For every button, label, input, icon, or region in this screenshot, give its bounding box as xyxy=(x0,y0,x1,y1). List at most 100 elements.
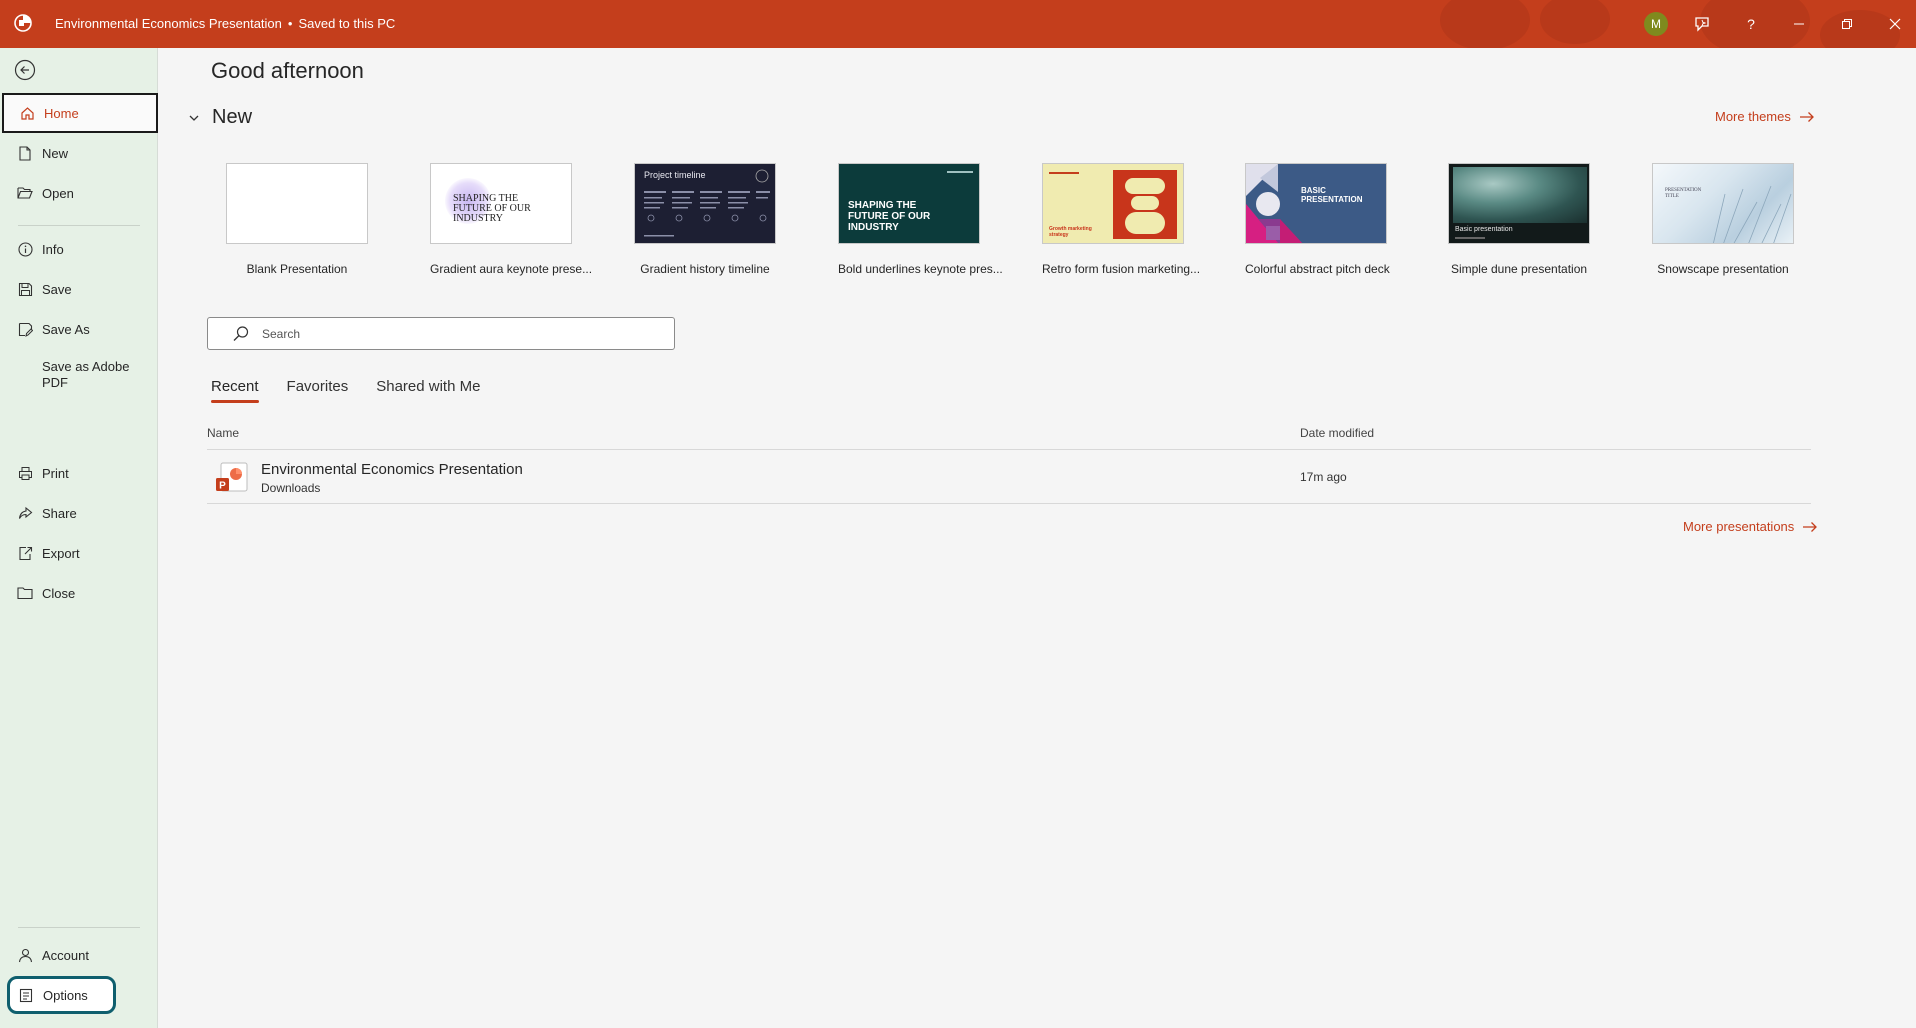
file-date-modified: 17m ago xyxy=(1300,470,1347,484)
printer-icon xyxy=(17,465,33,481)
window-title: Environmental Economics Presentation • Sav… xyxy=(55,16,395,31)
back-button[interactable] xyxy=(12,57,38,83)
share-icon xyxy=(17,505,33,521)
template-bold-underlines-keynote[interactable]: SHAPING THE FUTURE OF OUR INDUSTRY Bold … xyxy=(838,163,1003,276)
sidebar-item-label: Open xyxy=(42,185,74,201)
more-themes-link[interactable]: More themes xyxy=(1715,109,1815,124)
document-title: Environmental Economics Presentation xyxy=(55,16,282,31)
close-window-button[interactable] xyxy=(1881,10,1909,38)
template-snowscape[interactable]: PRESENTATION TITLE Snowscape presentatio… xyxy=(1652,163,1794,276)
feedback-icon xyxy=(1695,17,1709,32)
info-icon xyxy=(17,241,33,257)
template-name: Snowscape presentation xyxy=(1657,262,1789,276)
thumbnail-caption-line xyxy=(1049,172,1079,174)
sidebar-item-label: Info xyxy=(42,241,64,257)
template-thumbnail: Growth marketing strategy xyxy=(1042,163,1184,244)
tab-shared-with-me[interactable]: Shared with Me xyxy=(376,378,480,402)
minimize-button[interactable] xyxy=(1785,10,1813,38)
sidebar-item-label: Account xyxy=(42,947,89,963)
template-thumbnail: Project timeline xyxy=(634,163,776,244)
search-box[interactable] xyxy=(207,317,675,350)
chevron-down-icon xyxy=(189,115,199,121)
close-folder-icon xyxy=(17,585,33,601)
sidebar-item-save-as-adobe-pdf[interactable]: Save as Adobe PDF xyxy=(0,359,158,399)
minimize-icon xyxy=(1794,23,1804,25)
thumbnail-title: PRESENTATION TITLE xyxy=(1665,188,1702,199)
sidebar-item-label: Home xyxy=(44,105,79,121)
options-icon xyxy=(18,987,34,1003)
sidebar-divider xyxy=(18,927,140,928)
thumbnail-shape xyxy=(1125,212,1165,234)
arrow-right-icon xyxy=(1799,111,1814,122)
thumbnail-photo xyxy=(1453,167,1587,223)
sidebar-item-export[interactable]: Export xyxy=(0,535,158,571)
page-greeting: Good afternoon xyxy=(211,58,364,83)
title-separator: • xyxy=(287,16,293,31)
file-name: Environmental Economics Presentation xyxy=(261,461,523,478)
save-icon xyxy=(17,281,33,297)
sidebar-item-label: Share xyxy=(42,505,77,521)
template-gradient-aura-keynote[interactable]: SHAPING THE FUTURE OF OUR INDUSTRY Gradi… xyxy=(430,163,592,276)
arrow-right-icon xyxy=(1803,521,1818,532)
folder-open-icon xyxy=(17,185,33,201)
template-name: Simple dune presentation xyxy=(1450,262,1588,276)
back-arrow-icon xyxy=(14,59,36,81)
sidebar-item-label: New xyxy=(42,145,69,161)
search-input[interactable] xyxy=(262,326,642,341)
thumbnail-title: Basic presentation xyxy=(1455,226,1513,233)
person-icon xyxy=(17,947,33,963)
help-button[interactable]: ? xyxy=(1737,10,1765,38)
template-thumbnail: Basic presentation xyxy=(1448,163,1590,244)
sidebar-divider xyxy=(18,225,140,226)
thumbnail-caption-line xyxy=(947,171,973,173)
thumbnail-title: BASIC PRESENTATION xyxy=(1301,186,1363,204)
template-simple-dune[interactable]: Basic presentation Simple dune presentat… xyxy=(1448,163,1590,276)
template-thumbnail: BASIC PRESENTATION xyxy=(1245,163,1387,244)
template-name: Colorful abstract pitch deck xyxy=(1245,262,1390,276)
tab-favorites[interactable]: Favorites xyxy=(287,378,349,402)
thumbnail-shape xyxy=(1125,178,1165,194)
tab-recent[interactable]: Recent xyxy=(211,378,259,403)
template-name: Retro form fusion marketing... xyxy=(1042,262,1201,276)
template-blank-presentation[interactable]: Blank Presentation xyxy=(226,163,368,276)
sidebar-item-label: Save As xyxy=(42,321,90,337)
feedback-button[interactable] xyxy=(1688,10,1716,38)
sidebar-item-close[interactable]: Close xyxy=(0,575,158,611)
new-section-toggle[interactable]: New xyxy=(188,106,252,129)
close-icon xyxy=(1889,18,1901,30)
sidebar-item-share[interactable]: Share xyxy=(0,495,158,531)
sidebar-item-account[interactable]: Account xyxy=(0,937,158,973)
thumbnail-title: Growth marketing strategy xyxy=(1049,226,1092,238)
snowy-grass-graphic xyxy=(1713,185,1792,243)
new-section-heading: New xyxy=(212,106,253,128)
template-gradient-history-timeline[interactable]: Project timeline Gradient history timeli… xyxy=(634,163,776,276)
save-as-icon xyxy=(17,321,33,337)
sidebar-item-save[interactable]: Save xyxy=(0,271,158,307)
template-retro-form-fusion[interactable]: Growth marketing strategy Retro form fus… xyxy=(1042,163,1201,276)
more-presentations-link[interactable]: More presentations xyxy=(1683,519,1818,534)
sidebar-item-options[interactable]: Options xyxy=(7,976,116,1014)
restore-button[interactable] xyxy=(1833,10,1861,38)
sidebar-item-open[interactable]: Open xyxy=(0,175,158,211)
sidebar-item-home[interactable]: Home xyxy=(2,93,158,133)
sidebar-item-print[interactable]: Print xyxy=(0,455,158,491)
thumbnail-title: SHAPING THE FUTURE OF OUR INDUSTRY xyxy=(848,200,931,233)
column-header-name[interactable]: Name xyxy=(207,426,239,440)
template-name: Blank Presentation xyxy=(246,262,348,276)
sidebar-item-save-as[interactable]: Save As xyxy=(0,311,158,347)
table-row[interactable]: P Environmental Economics Presentation D… xyxy=(207,450,1811,503)
user-avatar[interactable]: M xyxy=(1644,12,1668,36)
more-presentations-label: More presentations xyxy=(1683,519,1795,534)
column-header-date-modified[interactable]: Date modified xyxy=(1300,426,1374,440)
template-thumbnail: PRESENTATION TITLE xyxy=(1652,163,1794,244)
search-icon xyxy=(233,325,249,341)
template-colorful-abstract-pitch-deck[interactable]: BASIC PRESENTATION Colorful abstract pit… xyxy=(1245,163,1390,276)
thumbnail-shape xyxy=(1131,196,1159,210)
title-bar-decoration xyxy=(1540,0,1610,44)
sidebar-item-label: Print xyxy=(42,465,69,481)
sidebar-item-info[interactable]: Info xyxy=(0,231,158,267)
sidebar-item-new[interactable]: New xyxy=(0,135,158,171)
abstract-shapes-graphic xyxy=(1246,164,1303,243)
thumbnail-caption-line xyxy=(1455,237,1485,239)
sidebar-item-label: Save xyxy=(42,281,72,297)
